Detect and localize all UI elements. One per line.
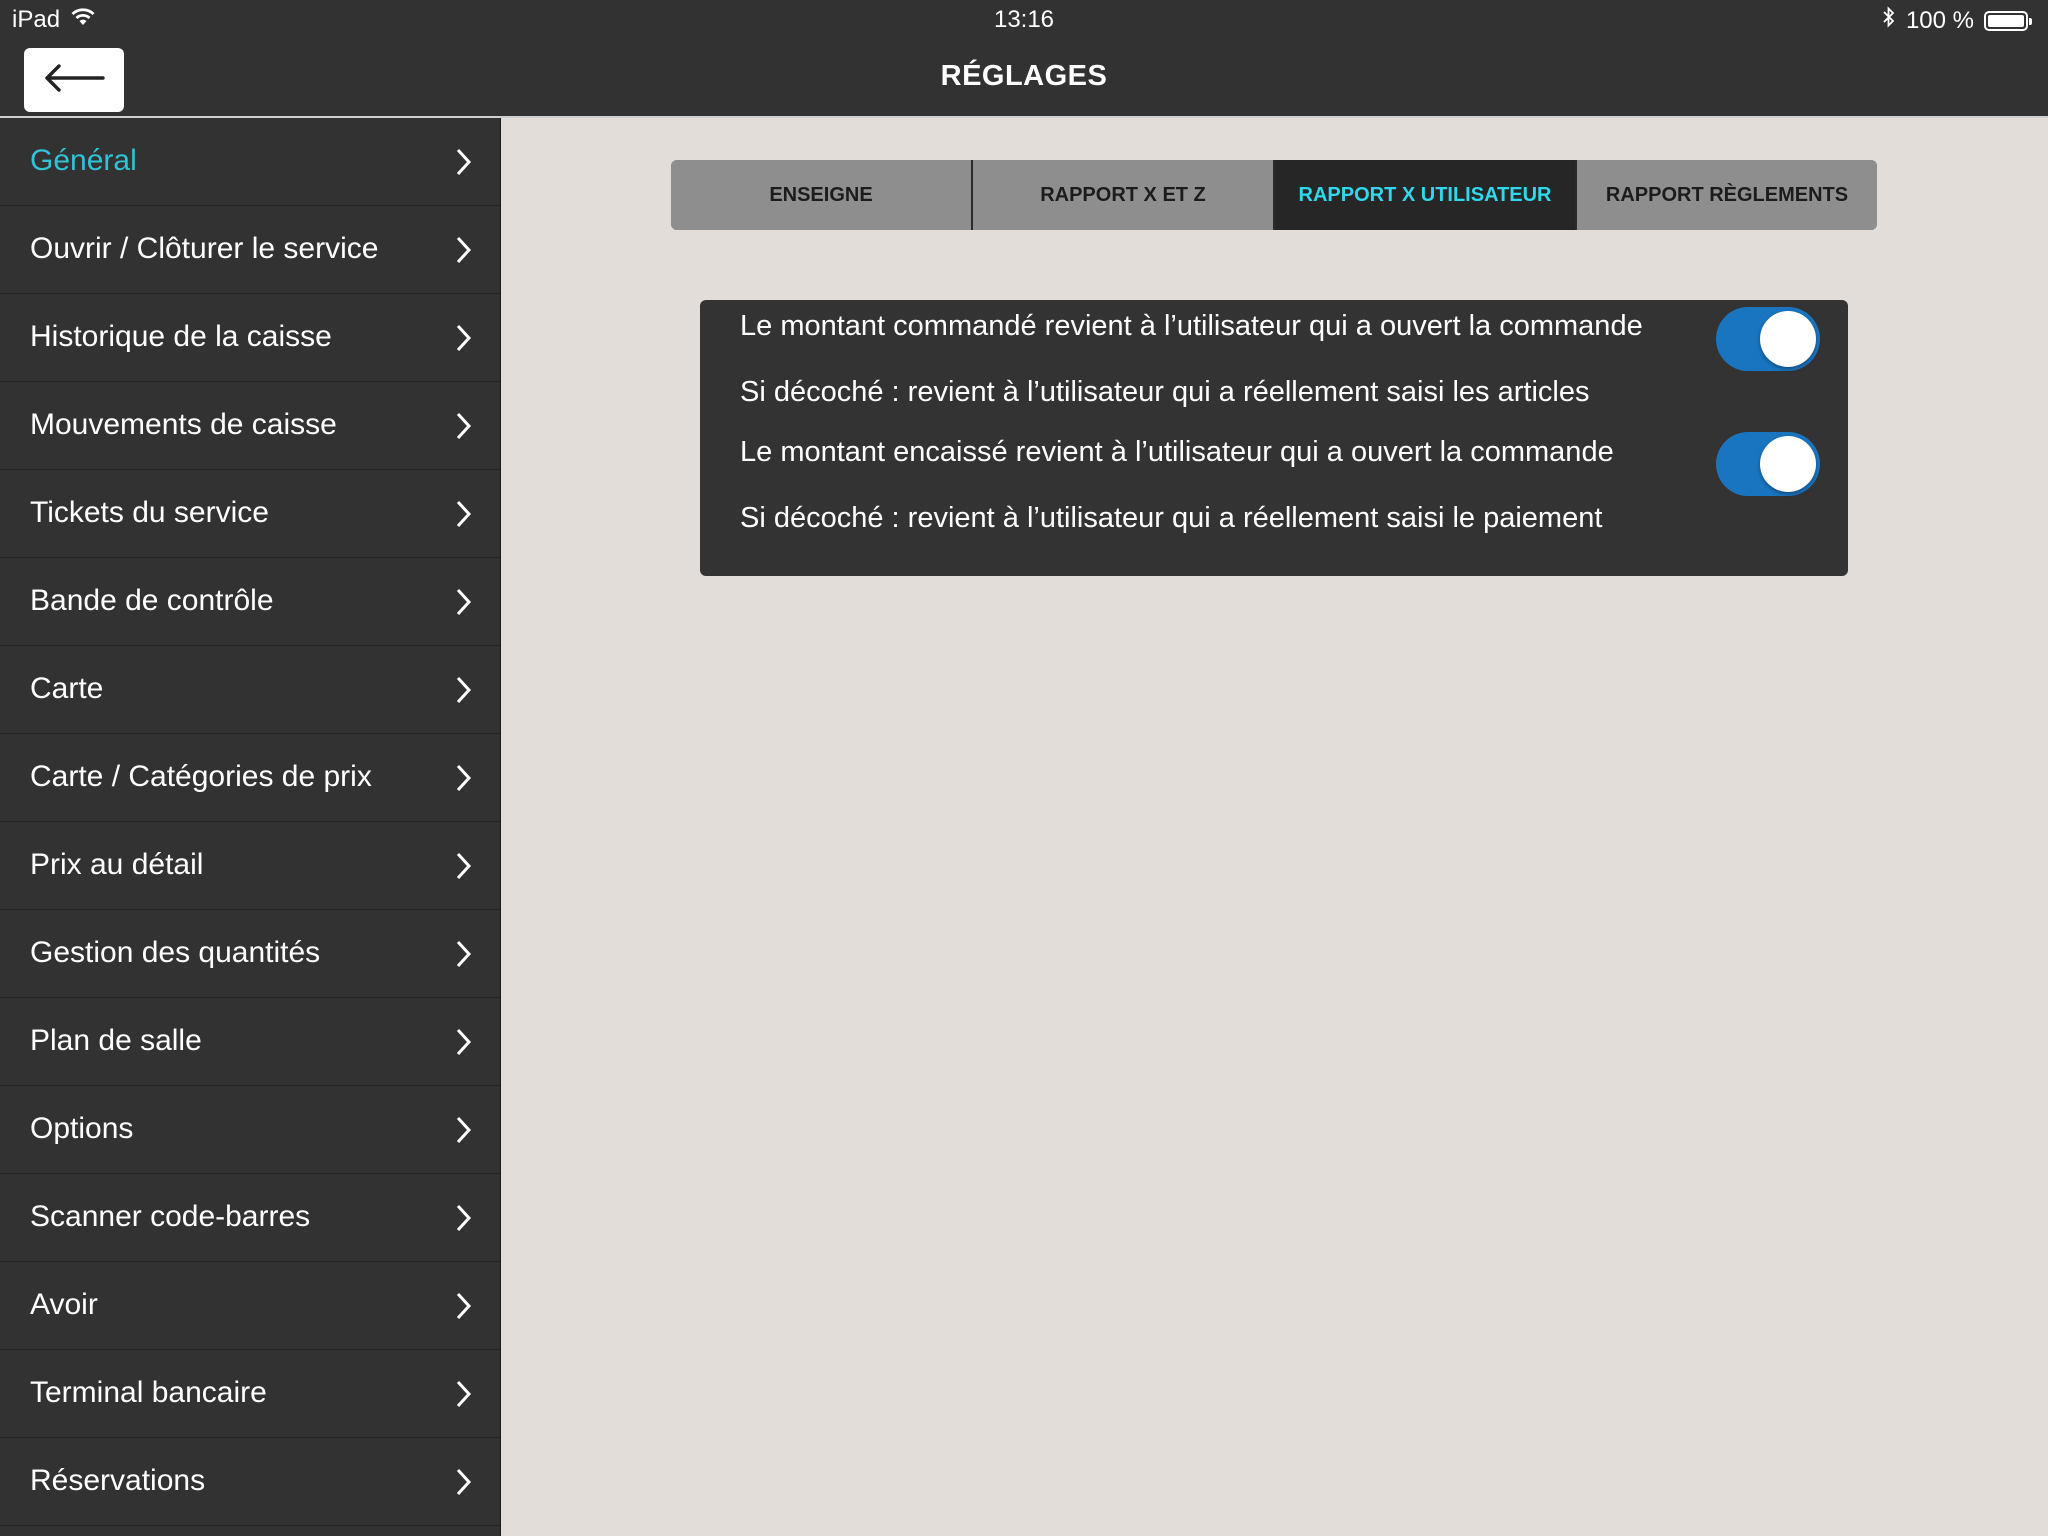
sidebar-item-bande-controle[interactable]: Bande de contrôle xyxy=(0,558,500,646)
sidebar-item-label: Tickets du service xyxy=(30,496,269,529)
page-title: RÉGLAGES xyxy=(940,60,1108,92)
battery-icon xyxy=(1984,10,2032,31)
tab-rapport-x-utilisateur[interactable]: RAPPORT X UTILISATEUR xyxy=(1273,160,1575,230)
sidebar-item-label: Gestion des quantités xyxy=(30,936,321,969)
sidebar-item-terminal[interactable]: Terminal bancaire xyxy=(0,1350,500,1438)
sidebar-item-tickets[interactable]: Tickets du service xyxy=(0,470,500,558)
sidebar-item-label: Carte / Catégories de prix xyxy=(30,760,372,793)
sidebar-item-options[interactable]: Options xyxy=(0,1086,500,1174)
sidebar-item-carte[interactable]: Carte xyxy=(0,646,500,734)
sidebar-item-label: Historique de la caisse xyxy=(30,320,332,353)
status-right: 100 % xyxy=(1882,6,2032,35)
tab-rapport-reglements[interactable]: RAPPORT RÈGLEMENTS xyxy=(1575,160,1877,230)
sidebar-item-label: Général xyxy=(30,144,137,177)
chevron-right-icon xyxy=(456,1028,472,1056)
chevron-right-icon xyxy=(456,412,472,440)
chevron-right-icon xyxy=(456,1380,472,1408)
chevron-right-icon xyxy=(456,500,472,528)
sidebar-item-label: Options xyxy=(30,1112,134,1145)
sidebar-item-general[interactable]: Général xyxy=(0,118,500,206)
option1-toggle[interactable] xyxy=(1716,307,1820,371)
chevron-right-icon xyxy=(456,1468,472,1496)
nav-bar: RÉGLAGES xyxy=(0,40,2048,118)
option2-toggle[interactable] xyxy=(1716,432,1820,496)
sidebar-item-avoir[interactable]: Avoir xyxy=(0,1262,500,1350)
sidebar-item-scanner[interactable]: Scanner code-barres xyxy=(0,1174,500,1262)
sidebar-item-mouvements[interactable]: Mouvements de caisse xyxy=(0,382,500,470)
bluetooth-icon xyxy=(1882,6,1896,35)
sidebar-item-plan-salle[interactable]: Plan de salle xyxy=(0,998,500,1086)
sidebar-item-historique[interactable]: Historique de la caisse xyxy=(0,294,500,382)
sidebar-item-quantites[interactable]: Gestion des quantités xyxy=(0,910,500,998)
sidebar-item-label: Scanner code-barres xyxy=(30,1200,311,1233)
sidebar-item-label: Réservations xyxy=(30,1464,206,1497)
chevron-right-icon xyxy=(456,676,472,704)
chevron-right-icon xyxy=(456,588,472,616)
toggle-knob xyxy=(1760,436,1816,492)
chevron-right-icon xyxy=(456,764,472,792)
status-bar: iPad 13:16 100 % xyxy=(0,0,2048,40)
chevron-right-icon xyxy=(456,852,472,880)
sidebar-item-label: Mouvements de caisse xyxy=(30,408,337,441)
option2-hint: Si décoché : revient à l’utilisateur qui… xyxy=(740,502,1603,534)
toggle-knob xyxy=(1760,311,1816,367)
sidebar-item-label: Avoir xyxy=(30,1288,98,1321)
sidebar-item-label: Carte xyxy=(30,672,104,705)
sidebar-item-label: Prix au détail xyxy=(30,848,204,881)
sidebar-item-ouvrir-cloturer[interactable]: Ouvrir / Clôturer le service xyxy=(0,206,500,294)
sidebar-item-prix-detail[interactable]: Prix au détail xyxy=(0,822,500,910)
segmented-tabs: ENSEIGNE RAPPORT X ET Z RAPPORT X UTILIS… xyxy=(671,160,1877,230)
sidebar-item-categories-prix[interactable]: Carte / Catégories de prix xyxy=(0,734,500,822)
tab-enseigne[interactable]: ENSEIGNE xyxy=(671,160,971,230)
option1-label: Le montant commandé revient à l’utilisat… xyxy=(740,310,1643,342)
tab-rapport-x-et-z[interactable]: RAPPORT X ET Z xyxy=(971,160,1273,230)
sidebar-item-label: Ouvrir / Clôturer le service xyxy=(30,232,379,265)
chevron-right-icon xyxy=(456,324,472,352)
chevron-right-icon xyxy=(456,940,472,968)
status-time: 13:16 xyxy=(993,6,1055,33)
sidebar: Général Ouvrir / Clôturer le service His… xyxy=(0,118,501,1536)
chevron-right-icon xyxy=(456,1116,472,1144)
chevron-right-icon xyxy=(456,1204,472,1232)
sidebar-item-label: Terminal bancaire xyxy=(30,1376,267,1409)
option2-label: Le montant encaissé revient à l’utilisat… xyxy=(740,436,1614,468)
option1-hint: Si décoché : revient à l’utilisateur qui… xyxy=(740,376,1590,408)
battery-percent: 100 % xyxy=(1905,6,1974,34)
chevron-right-icon xyxy=(456,236,472,264)
sidebar-item-reservations[interactable]: Réservations xyxy=(0,1438,500,1526)
settings-panel: Le montant commandé revient à l’utilisat… xyxy=(700,300,1848,576)
sidebar-item-label: Bande de contrôle xyxy=(30,584,274,617)
sidebar-item-label: Plan de salle xyxy=(30,1024,202,1057)
chevron-right-icon xyxy=(456,148,472,176)
chevron-right-icon xyxy=(456,1292,472,1320)
